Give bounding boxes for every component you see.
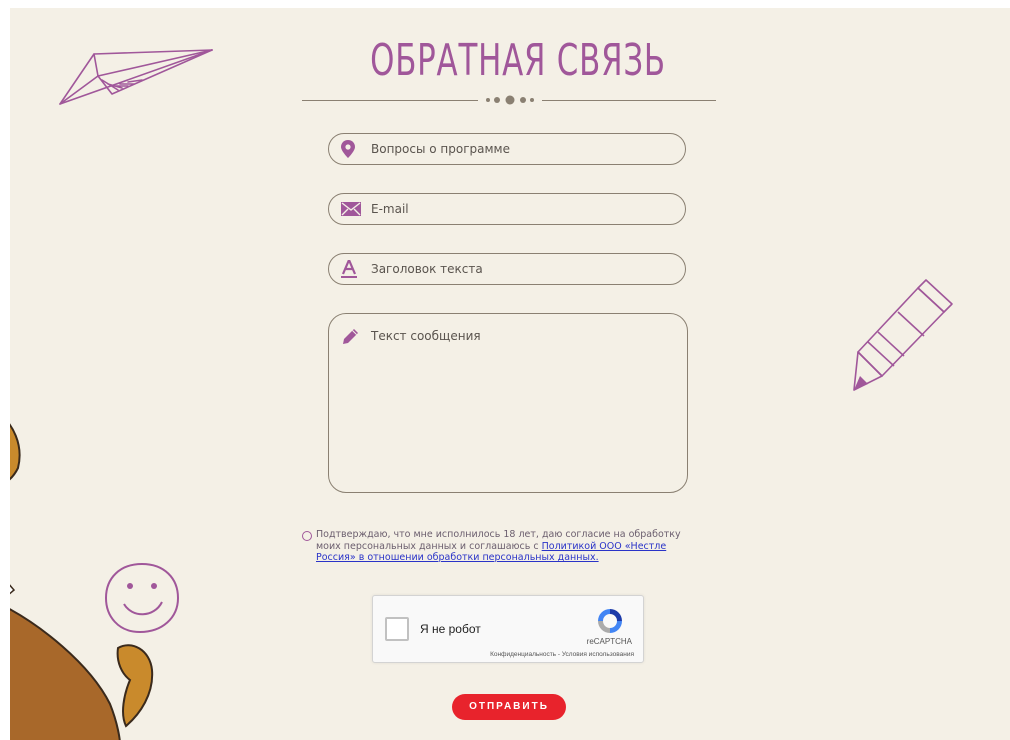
page-title: ОБРАТНАЯ СВЯЗЬ: [370, 35, 666, 86]
subject-field[interactable]: Заголовок текста: [328, 253, 686, 285]
topic-value: Вопросы о программе: [371, 142, 510, 156]
text-a-icon: [341, 260, 371, 278]
subject-placeholder: Заголовок текста: [371, 262, 483, 276]
map-pin-icon: [341, 140, 371, 158]
pencil-icon: [343, 328, 359, 348]
message-textarea[interactable]: Текст сообщения: [328, 313, 688, 493]
pencil-drawing-icon: [853, 279, 953, 391]
recaptcha-brand: reCAPTCHA: [586, 637, 632, 646]
recaptcha-logo-icon: [595, 606, 625, 640]
title-divider-left: [302, 100, 478, 101]
envelope-icon: [341, 202, 371, 216]
recaptcha-widget: Я не робот reCAPTCHA Конфиденциальность …: [372, 595, 644, 663]
recaptcha-label: Я не робот: [420, 622, 481, 636]
divider-dots: [486, 95, 534, 105]
recaptcha-links[interactable]: Конфиденциальность - Условия использован…: [490, 651, 634, 658]
message-placeholder: Текст сообщения: [371, 329, 481, 343]
submit-button[interactable]: ОТПРАВИТЬ: [452, 694, 566, 720]
title-divider-right: [542, 100, 716, 101]
consent-checkbox[interactable]: [302, 531, 312, 541]
consent-block: Подтверждаю, что мне исполнилось 18 лет,…: [302, 529, 702, 564]
topic-select[interactable]: Вопросы о программе: [328, 133, 686, 165]
email-placeholder: E-mail: [371, 202, 409, 216]
recaptcha-checkbox[interactable]: [385, 617, 409, 641]
feedback-page: ОБРАТНАЯ СВЯЗЬ Вопросы о программе E-mai…: [10, 8, 1010, 740]
email-field[interactable]: E-mail: [328, 193, 686, 225]
dog-mascot-illustration: [10, 423, 154, 740]
